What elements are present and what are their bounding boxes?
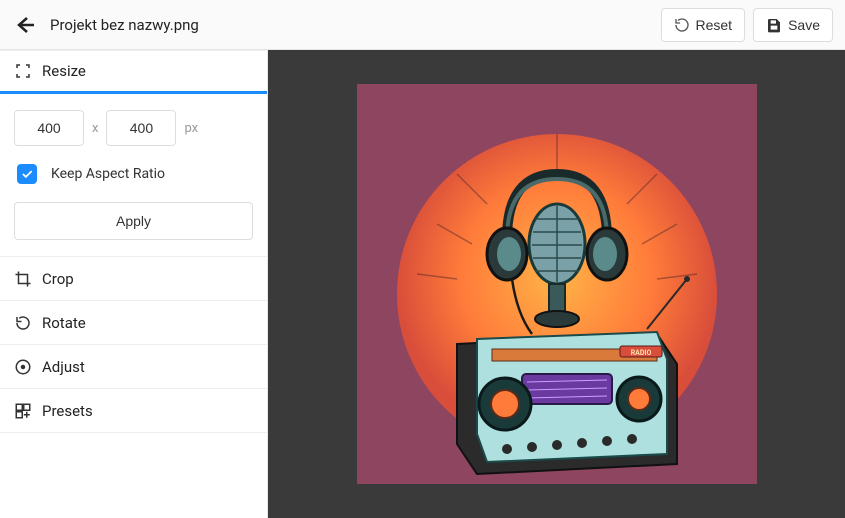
tab-adjust-label: Adjust [42, 358, 85, 376]
dimension-unit: px [184, 121, 198, 136]
preview-image-content: RADIO [357, 84, 757, 484]
header: Projekt bez nazwy.png Reset Save [0, 0, 845, 50]
main-body: Resize x px Keep Aspect Ratio Apply Crop [0, 50, 845, 518]
aspect-ratio-row: Keep Aspect Ratio [14, 164, 253, 184]
reset-button[interactable]: Reset [661, 8, 746, 42]
tab-adjust[interactable]: Adjust [0, 345, 267, 389]
resize-panel: x px Keep Aspect Ratio Apply [0, 94, 267, 257]
check-icon [20, 167, 34, 181]
reset-label: Reset [696, 17, 733, 33]
presets-icon [14, 402, 32, 420]
svg-text:RADIO: RADIO [630, 349, 651, 357]
tab-resize[interactable]: Resize [0, 50, 267, 94]
tab-presets-label: Presets [42, 402, 93, 420]
crop-icon [14, 270, 32, 288]
dimension-row: x px [14, 110, 253, 146]
tab-rotate-label: Rotate [42, 314, 86, 332]
adjust-icon [14, 358, 32, 376]
rotate-icon [14, 314, 32, 332]
back-button[interactable] [12, 13, 36, 37]
height-input[interactable] [106, 110, 176, 146]
tab-rotate[interactable]: Rotate [0, 301, 267, 345]
save-button[interactable]: Save [753, 8, 833, 42]
tab-presets[interactable]: Presets [0, 389, 267, 433]
canvas-area[interactable]: RADIO [268, 50, 845, 518]
aspect-ratio-label: Keep Aspect Ratio [51, 166, 165, 182]
tab-resize-label: Resize [42, 62, 86, 80]
width-input[interactable] [14, 110, 84, 146]
resize-icon [14, 62, 32, 80]
sidebar: Resize x px Keep Aspect Ratio Apply Crop [0, 50, 268, 518]
reset-icon [674, 17, 690, 33]
arrow-left-icon [12, 13, 36, 37]
save-label: Save [788, 17, 820, 33]
save-icon [766, 17, 782, 33]
file-name: Projekt bez nazwy.png [50, 16, 199, 34]
dimension-separator: x [92, 121, 98, 136]
aspect-ratio-checkbox[interactable] [17, 164, 37, 184]
image-preview[interactable]: RADIO [357, 84, 757, 484]
tab-crop[interactable]: Crop [0, 257, 267, 301]
tab-crop-label: Crop [42, 270, 74, 288]
apply-button[interactable]: Apply [14, 202, 253, 240]
